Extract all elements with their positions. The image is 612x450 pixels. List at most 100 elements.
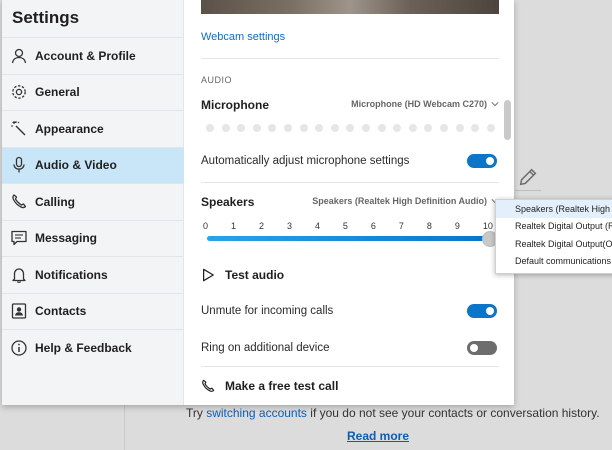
phone-icon — [10, 193, 28, 211]
toggle-knob — [486, 307, 494, 315]
sidebar-item-label: Notifications — [35, 267, 108, 282]
volume-scale-tick: 9 — [454, 221, 460, 231]
sidebar-item-label: Calling — [35, 194, 76, 209]
mic-level-dot — [455, 124, 464, 132]
mic-level-dot — [268, 124, 277, 132]
volume-scale-tick: 10 — [482, 221, 493, 231]
background-underline — [515, 190, 541, 191]
webcam-settings-link[interactable]: Webcam settings — [201, 31, 285, 43]
scrollbar-thumb[interactable] — [504, 100, 511, 140]
dropdown-option[interactable]: Default communications — [496, 253, 612, 271]
edit-pencil-icon[interactable] — [517, 166, 539, 188]
unmute-incoming-label: Unmute for incoming calls — [201, 305, 334, 317]
sidebar-item-label: Messaging — [35, 231, 98, 246]
auto-adjust-mic-label: Automatically adjust microphone settings — [201, 155, 410, 167]
dropdown-option[interactable]: Realtek Digital Output (R — [496, 218, 612, 236]
divider — [201, 182, 499, 183]
test-call-button[interactable]: Make a free test call — [201, 379, 338, 393]
mic-level-dot — [315, 124, 324, 132]
microphone-icon — [10, 156, 28, 174]
sidebar-item-label: General — [35, 85, 80, 100]
mic-level-dot — [299, 124, 308, 132]
volume-scale-tick: 8 — [426, 221, 432, 231]
volume-scale-tick: 6 — [370, 221, 376, 231]
mic-level-dot — [393, 124, 402, 132]
hint-prefix: Try — [186, 406, 207, 420]
sidebar-item-help-feedback[interactable]: Help & Feedback — [2, 329, 184, 366]
divider — [201, 366, 499, 367]
volume-scale-tick: 0 — [203, 221, 209, 231]
dropdown-option[interactable]: Realtek Digital Output(Op — [496, 235, 612, 253]
volume-scale-tick: 7 — [398, 221, 404, 231]
person-icon — [10, 47, 28, 65]
sidebar-item-notifications[interactable]: Notifications — [2, 256, 184, 293]
mic-level-dot — [439, 124, 448, 132]
gear-icon — [10, 83, 28, 101]
mic-level-dot — [361, 124, 370, 132]
read-more-link[interactable]: Read more — [347, 429, 409, 443]
settings-dialog: Settings Account & Profile General Appeara… — [2, 0, 514, 405]
settings-nav: Account & Profile General Appearance Audio … — [2, 37, 184, 366]
volume-scale: 0 1 2 3 4 5 6 7 8 9 10 — [203, 221, 493, 231]
phone-icon — [202, 379, 215, 392]
mic-level-dot — [206, 124, 214, 132]
volume-scale-tick: 3 — [286, 221, 292, 231]
dropdown-option[interactable]: Speakers (Realtek High D — [496, 200, 612, 218]
sidebar-item-account-profile[interactable]: Account & Profile — [2, 37, 184, 74]
audio-section-label: AUDIO — [201, 75, 233, 85]
settings-sidebar: Settings Account & Profile General Appeara… — [2, 0, 184, 405]
sidebar-item-label: Appearance — [35, 121, 104, 136]
volume-scale-tick: 1 — [230, 221, 236, 231]
sidebar-item-label: Audio & Video — [35, 158, 117, 173]
toggle-knob — [486, 157, 494, 165]
volume-scale-tick: 4 — [314, 221, 320, 231]
contact-card-icon — [10, 302, 28, 320]
ring-additional-toggle[interactable] — [467, 341, 497, 355]
mic-level-dot — [221, 124, 230, 132]
mic-level-dot — [377, 124, 386, 132]
settings-title: Settings — [12, 8, 80, 27]
switch-accounts-hint: Try switching accounts if you do not see… — [186, 406, 600, 420]
volume-scale-tick: 2 — [258, 221, 264, 231]
ring-additional-label: Ring on additional device — [201, 342, 330, 354]
hint-suffix: if you do not see your contacts or conve… — [306, 406, 600, 420]
mic-level-dot — [330, 124, 339, 132]
speaker-volume-track[interactable] — [207, 236, 489, 241]
speakers-select[interactable]: Speakers (Realtek High Definition Audio) — [312, 196, 499, 206]
toggle-knob — [470, 344, 478, 352]
speakers-device: Speakers (Realtek High Definition Audio) — [312, 196, 487, 206]
sidebar-item-audio-video[interactable]: Audio & Video — [2, 146, 184, 183]
test-call-label: Make a free test call — [225, 379, 339, 393]
mic-level-dot — [283, 124, 292, 132]
sidebar-item-appearance[interactable]: Appearance — [2, 110, 184, 147]
auto-adjust-mic-toggle[interactable] — [467, 154, 497, 168]
microphone-title: Microphone — [201, 98, 269, 112]
bell-icon — [10, 266, 28, 284]
mic-level-dot — [408, 124, 417, 132]
test-audio-button[interactable]: Test audio — [201, 268, 284, 282]
sidebar-item-calling[interactable]: Calling — [2, 183, 184, 220]
unmute-incoming-toggle[interactable] — [467, 304, 497, 318]
sidebar-item-general[interactable]: General — [2, 73, 184, 111]
divider — [201, 58, 499, 59]
webcam-preview — [201, 0, 499, 14]
mic-level-dot — [346, 124, 355, 132]
speaker-device-dropdown: Speakers (Realtek High D Realtek Digital … — [495, 199, 612, 274]
test-audio-label: Test audio — [225, 268, 285, 282]
microphone-level-meter — [206, 124, 514, 132]
chevron-down-icon — [491, 102, 499, 107]
mic-level-dot — [237, 124, 246, 132]
background-divider — [124, 405, 125, 450]
settings-content: Webcam settings AUDIO Microphone Microph… — [185, 0, 511, 405]
chat-icon — [10, 229, 28, 247]
speakers-title: Speakers — [201, 195, 255, 209]
microphone-select[interactable]: Microphone (HD Webcam C270) — [351, 99, 499, 109]
sidebar-item-contacts[interactable]: Contacts — [2, 292, 184, 330]
sidebar-item-label: Help & Feedback — [35, 340, 132, 355]
volume-scale-tick: 5 — [342, 221, 348, 231]
mic-level-dot — [471, 124, 480, 132]
magic-wand-icon — [10, 120, 28, 138]
switching-accounts-link[interactable]: switching accounts — [206, 406, 307, 420]
sidebar-item-messaging[interactable]: Messaging — [2, 219, 184, 257]
info-icon — [10, 339, 28, 357]
